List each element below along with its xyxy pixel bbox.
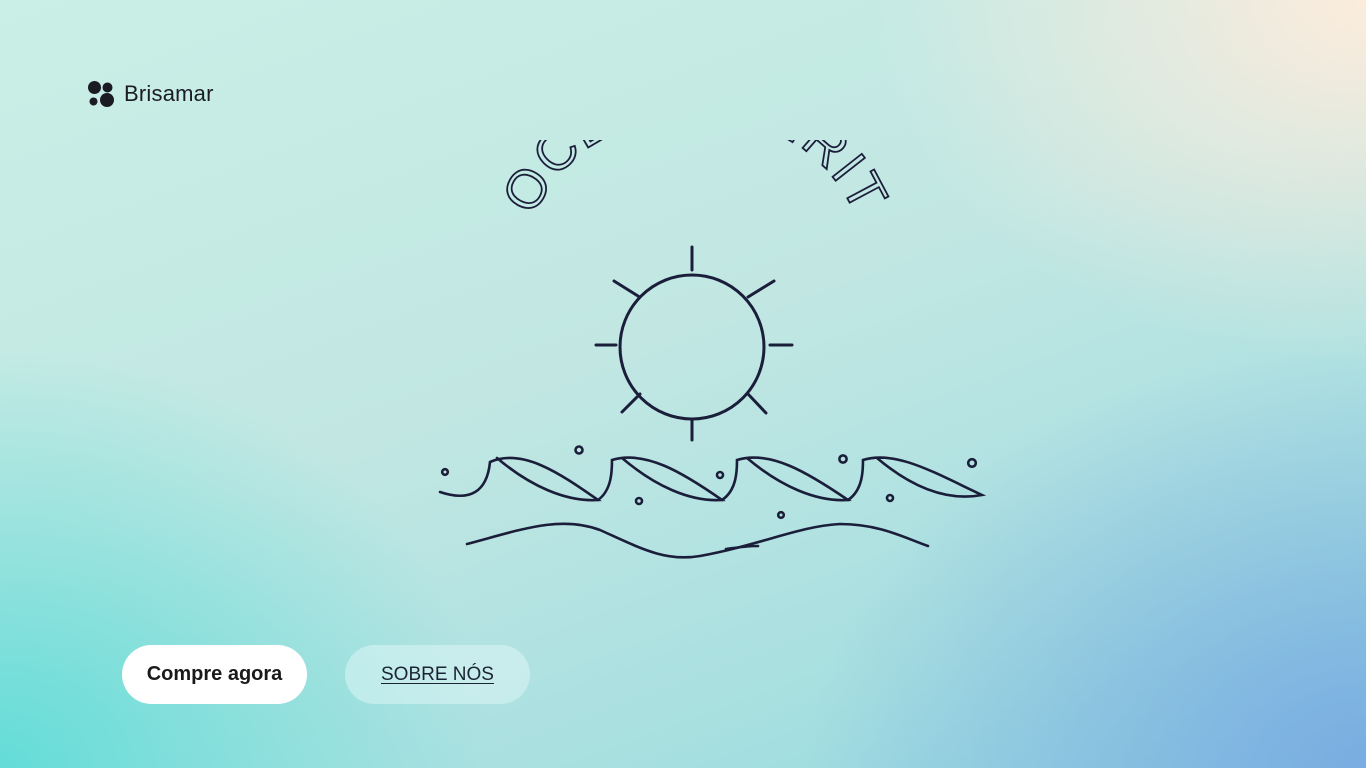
brand-name: Brisamar [124,81,214,106]
ocean-spirit-logo: OCEAN SPIRIT [420,140,1000,580]
brisamar-logo-icon [88,81,114,107]
sun-icon [594,245,794,442]
brand[interactable]: Brisamar [86,78,214,110]
buy-now-button[interactable]: Compre agora [122,645,307,704]
about-us-button[interactable]: SOBRE NÓS [345,645,530,704]
logo-title: OCEAN SPIRIT [491,140,900,222]
waves-icon [438,445,987,559]
